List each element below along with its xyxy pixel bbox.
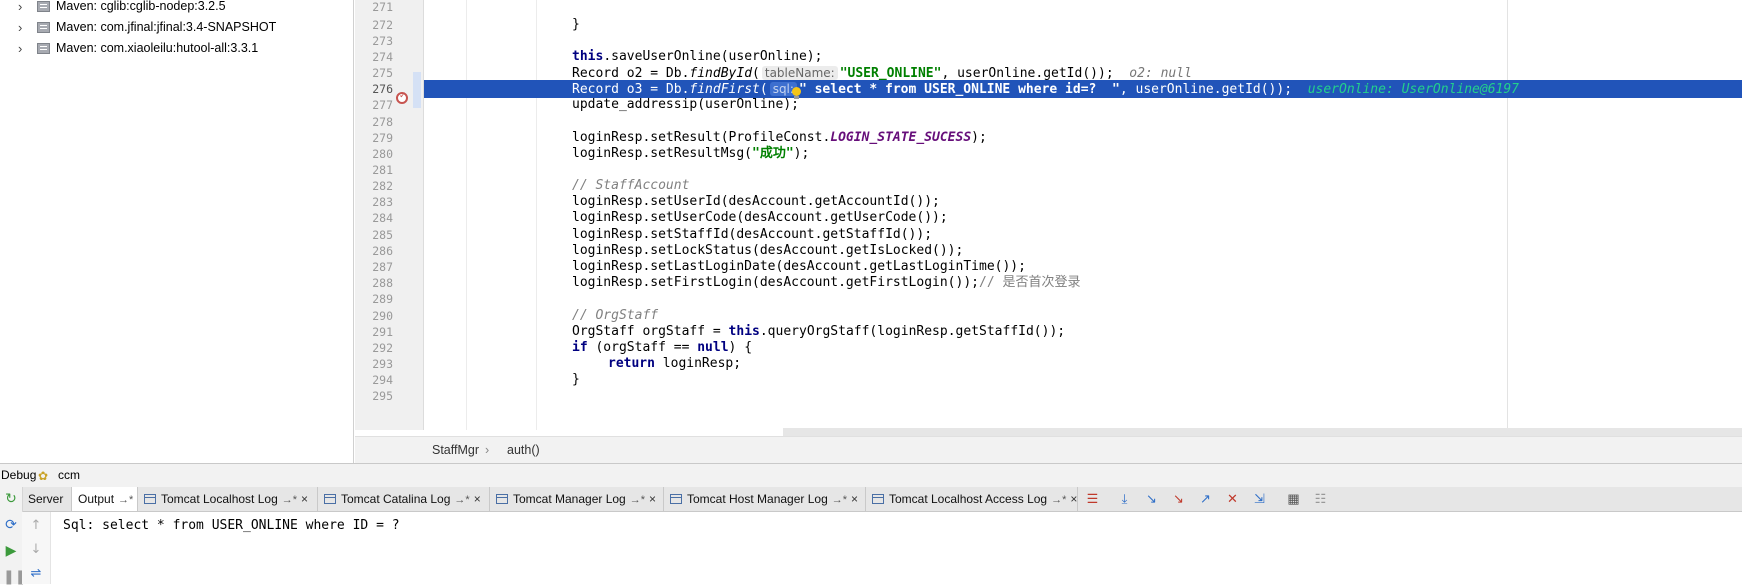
- debug-side-toolbar: ↻ ⟳ ▶ ❚❚: [0, 487, 26, 585]
- resume-icon[interactable]: ▶: [3, 543, 19, 559]
- tab-server[interactable]: Server: [22, 487, 72, 511]
- log-icon: [144, 494, 156, 504]
- breadcrumb-method[interactable]: auth(): [507, 443, 540, 457]
- code-area[interactable]: } this.saveUserOnline(userOnline); Recor…: [424, 0, 1742, 430]
- step-into-icon[interactable]: ↘: [1144, 492, 1159, 506]
- tree-item-label: Maven: com.xiaoleilu:hutool-all:3.3.1: [56, 41, 259, 55]
- lightbulb-icon[interactable]: [791, 87, 802, 101]
- pin-icon[interactable]: →*: [1051, 494, 1066, 506]
- breakpoint-icon[interactable]: [396, 91, 408, 104]
- tomcat-icon: ✿: [38, 469, 49, 483]
- update-icon[interactable]: ⟳: [3, 517, 19, 533]
- tab-output[interactable]: Output →*: [72, 487, 138, 511]
- tab-tomcat-localhost-log[interactable]: Tomcat Localhost Log →* ×: [138, 487, 318, 511]
- console-output[interactable]: Sql: select * from USER_ONLINE where ID …: [51, 512, 1742, 584]
- breadcrumb-class[interactable]: StaffMgr: [432, 443, 479, 457]
- run-to-cursor-icon[interactable]: ⇲: [1252, 492, 1267, 506]
- library-icon: [37, 43, 50, 54]
- arrow-down-icon[interactable]: ↓: [28, 542, 44, 558]
- trace-icon[interactable]: ☷: [1313, 492, 1328, 506]
- editor-gutter[interactable]: 271 272 273 274 275 276 277 278 279 280 281 282 283 2…: [355, 0, 424, 430]
- library-icon: [37, 1, 50, 12]
- debug-tabs: Server Output →* Tomcat Localhost Log →* × …: [0, 487, 1742, 512]
- code-line: }: [572, 372, 580, 387]
- evaluate-expression-icon[interactable]: ▦: [1286, 492, 1301, 506]
- tab-tomcat-host-manager-log[interactable]: Tomcat Host Manager Log →* ×: [664, 487, 866, 511]
- line-number[interactable]: 277: [355, 96, 393, 114]
- rerun-icon[interactable]: ↻: [3, 491, 19, 507]
- breadcrumb: StaffMgr › auth(): [355, 436, 1742, 463]
- chevron-right-icon[interactable]: ›: [18, 0, 22, 17]
- breadcrumb-separator-icon: ›: [485, 443, 490, 457]
- chevron-right-icon[interactable]: ›: [18, 38, 22, 59]
- close-icon[interactable]: ×: [851, 492, 858, 506]
- log-icon: [324, 494, 336, 504]
- drop-frame-icon[interactable]: ✕: [1225, 492, 1240, 506]
- force-step-into-icon[interactable]: ↘: [1171, 492, 1186, 506]
- param-hint: tableName:: [761, 66, 838, 80]
- close-icon[interactable]: ×: [649, 492, 656, 506]
- pin-icon[interactable]: →*: [118, 494, 133, 506]
- step-over-icon[interactable]: ⤓: [1117, 492, 1132, 506]
- debug-tool-window-header: Debug ✿ ccm: [0, 463, 1742, 487]
- chevron-right-icon[interactable]: ›: [18, 17, 22, 38]
- console-line: Sql: select * from USER_ONLINE where ID …: [63, 518, 400, 533]
- code-line: update_addressip(userOnline);: [572, 97, 799, 112]
- pin-icon[interactable]: →*: [832, 494, 847, 506]
- close-icon[interactable]: ×: [474, 492, 481, 506]
- project-tree: › Maven: cglib:cglib-nodep:3.2.5 › Maven…: [0, 0, 354, 463]
- run-config-name[interactable]: ccm: [58, 468, 80, 482]
- tab-tomcat-manager-log[interactable]: Tomcat Manager Log →* ×: [490, 487, 664, 511]
- change-marker: [413, 72, 421, 108]
- pin-icon[interactable]: →*: [454, 494, 469, 506]
- close-icon[interactable]: ×: [301, 492, 308, 506]
- log-icon: [872, 494, 884, 504]
- log-icon: [670, 494, 682, 504]
- debug-inline-value: userOnline: UserOnline@6197: [1307, 82, 1520, 97]
- library-icon: [37, 22, 50, 33]
- tree-item-label: Maven: com.jfinal:jfinal:3.4-SNAPSHOT: [56, 20, 277, 34]
- pin-icon[interactable]: →*: [282, 494, 297, 506]
- step-out-icon[interactable]: ↗: [1198, 492, 1213, 506]
- pause-icon[interactable]: ❚❚: [3, 569, 26, 585]
- tree-item-label: Maven: cglib:cglib-nodep:3.2.5: [56, 0, 226, 13]
- line-number[interactable]: 289: [355, 290, 393, 308]
- code-editor[interactable]: 271 272 273 274 275 276 277 278 279 280 281 282 283 2…: [355, 0, 1742, 463]
- debug-inline-value: o2: null: [1129, 66, 1192, 81]
- line-number[interactable]: 271: [355, 0, 393, 16]
- console-side-toolbar: ↑ ↓ ⇌: [22, 512, 51, 584]
- tab-tomcat-catalina-log[interactable]: Tomcat Catalina Log →* ×: [318, 487, 490, 511]
- log-icon: [496, 494, 508, 504]
- show-execution-point-icon[interactable]: ☰: [1085, 492, 1100, 506]
- line-number[interactable]: 284: [355, 209, 393, 227]
- code-line: loginResp.setUserCode(desAccount.getUser…: [572, 210, 948, 225]
- code-line: loginResp.setResultMsg("成功");: [572, 146, 810, 161]
- close-icon[interactable]: ×: [1070, 492, 1077, 506]
- line-number[interactable]: 295: [355, 387, 393, 405]
- horizontal-scrollbar[interactable]: [783, 428, 1742, 436]
- arrow-up-icon[interactable]: ↑: [28, 518, 44, 534]
- tab-tomcat-localhost-access-log[interactable]: Tomcat Localhost Access Log →* ×: [866, 487, 1078, 511]
- code-line: loginResp.setFirstLogin(desAccount.getFi…: [572, 275, 1081, 290]
- code-line: }: [572, 17, 580, 32]
- debug-label: Debug: [1, 468, 37, 482]
- soft-wrap-icon[interactable]: ⇌: [28, 566, 44, 582]
- pin-icon[interactable]: →*: [630, 494, 645, 506]
